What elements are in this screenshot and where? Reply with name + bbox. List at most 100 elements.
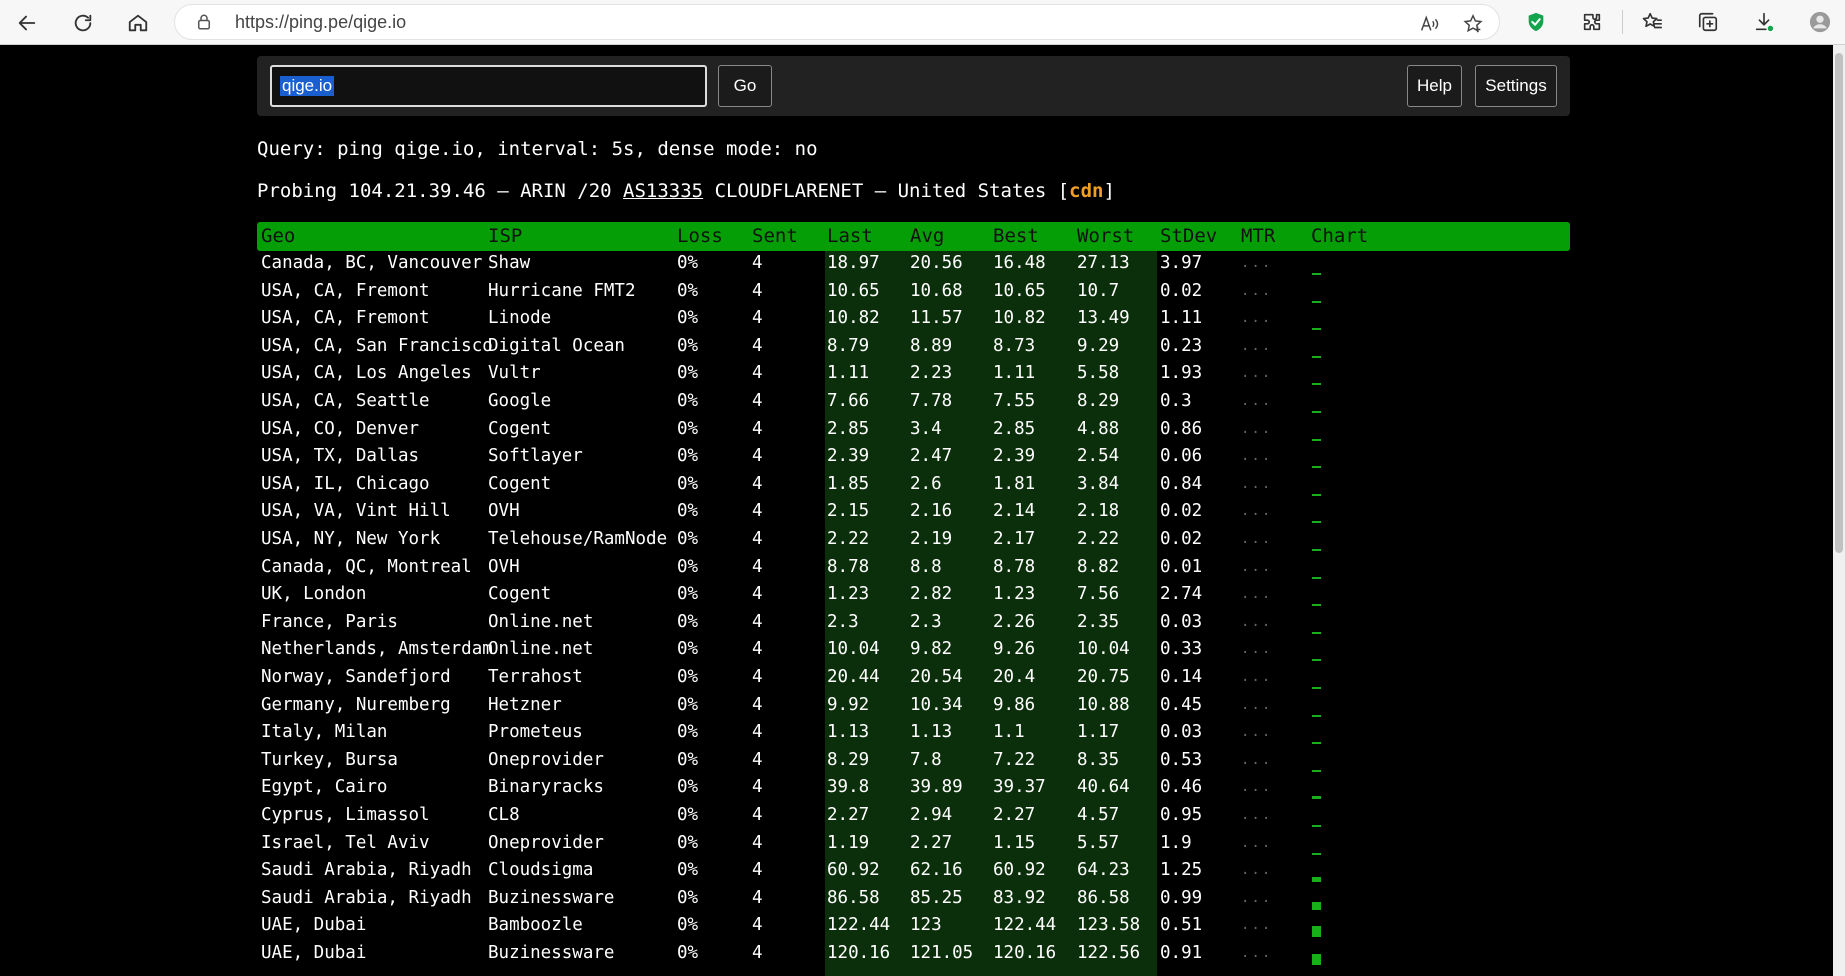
table-row[interactable]: Turkey, Bursa Oneprovider 0% 4 8.29 7.8 7.22 8.… — [257, 748, 1570, 776]
table-row[interactable]: USA, CA, Fremont Linode 0% 4 10.82 11.57 10.82… — [257, 306, 1570, 334]
column-header-worst[interactable]: Worst — [1077, 225, 1134, 247]
mtr-link[interactable]: ... — [1241, 752, 1272, 768]
mtr-link[interactable]: ... — [1241, 531, 1272, 547]
table-row[interactable]: Canada, BC, Vancouver Shaw 0% 4 18.97 20.56 16… — [257, 251, 1570, 279]
table-row[interactable]: USA, CA, Fremont Hurricane FMT2 0% 4 10.65 10… — [257, 279, 1570, 307]
downloads-icon[interactable] — [1750, 8, 1778, 36]
cell-avg: 2.19 — [910, 529, 953, 549]
mtr-link[interactable]: ... — [1241, 586, 1272, 602]
cell-loss: 0% — [677, 887, 699, 908]
column-header-chart[interactable]: Chart — [1311, 225, 1368, 247]
cell-loss: 0% — [677, 639, 699, 660]
read-aloud-icon[interactable] — [1418, 13, 1440, 35]
url-text[interactable]: https://ping.pe/qige.io — [235, 12, 406, 33]
cell-isp: Softlayer — [488, 446, 583, 467]
mtr-link[interactable]: ... — [1241, 310, 1272, 326]
column-header-avg[interactable]: Avg — [910, 225, 944, 247]
mtr-link[interactable]: ... — [1241, 503, 1272, 519]
column-header-stdev[interactable]: StDev — [1160, 225, 1217, 247]
table-row[interactable]: USA, CO, Denver Cogent 0% 4 2.85 3.4 2.85 4.88 0… — [257, 417, 1570, 445]
profile-icon[interactable] — [1806, 8, 1834, 36]
cell-best: 20.4 — [993, 667, 1036, 687]
cell-isp: Cogent — [488, 418, 552, 439]
favorite-add-icon[interactable] — [1462, 13, 1484, 35]
mtr-link[interactable]: ... — [1241, 697, 1272, 713]
back-icon[interactable] — [10, 6, 44, 40]
favorites-icon[interactable] — [1638, 8, 1666, 36]
asn-link[interactable]: AS13335 — [623, 180, 703, 202]
shield-extension-icon[interactable] — [1522, 8, 1550, 36]
mtr-link[interactable]: ... — [1241, 365, 1272, 381]
cell-best: 122.44 — [993, 915, 1057, 936]
table-row[interactable]: Israel, Tel Aviv Oneprovider 0% 4 1.19 2.27 1.… — [257, 831, 1570, 859]
table-row[interactable]: USA, CA, San Francisco Digital Ocean 0% 4 8.… — [257, 334, 1570, 362]
settings-button[interactable]: Settings — [1475, 65, 1557, 107]
table-row[interactable]: Saudi Arabia, Riyadh Buzinessware 0% 4 86.58… — [257, 886, 1570, 914]
cell-last: 60.92 — [827, 860, 880, 881]
table-row[interactable]: UK, London Cogent 0% 4 1.23 2.82 1.23 7.56 2.74.… — [257, 582, 1570, 610]
column-header-geo[interactable]: Geo — [261, 225, 295, 247]
table-row[interactable]: UAE, Dubai Buzinessware 0% 4 120.16 121.05 120… — [257, 941, 1570, 969]
mtr-link[interactable]: ... — [1241, 421, 1272, 437]
reload-icon[interactable] — [66, 6, 100, 40]
table-row[interactable]: Saudi Arabia, Riyadh Cloudsigma 0% 4 60.92 62… — [257, 858, 1570, 886]
cell-best: 10.65 — [993, 280, 1046, 301]
table-row[interactable]: Germany, Nuremberg Hetzner 0% 4 9.92 10.34 9.8… — [257, 693, 1570, 721]
mtr-link[interactable]: ... — [1241, 724, 1272, 740]
lock-icon[interactable] — [195, 13, 215, 33]
table-row[interactable]: Italy, Milan Prometeus 0% 4 1.13 1.13 1.1 1.17 0… — [257, 720, 1570, 748]
mtr-link[interactable]: ... — [1241, 862, 1272, 878]
table-row[interactable]: Netherlands, Amsterdam Online.net 0% 4 10.04… — [257, 637, 1570, 665]
column-header-sent[interactable]: Sent — [752, 225, 798, 247]
go-button[interactable]: Go — [718, 65, 772, 107]
mtr-link[interactable]: ... — [1241, 945, 1272, 961]
cell-best: 83.92 — [993, 887, 1046, 908]
mtr-link[interactable]: ... — [1241, 283, 1272, 299]
mtr-link[interactable]: ... — [1241, 476, 1272, 492]
mtr-link[interactable]: ... — [1241, 255, 1272, 271]
cell-worst: 10.88 — [1077, 694, 1130, 715]
address-bar[interactable]: https://ping.pe/qige.io — [174, 4, 1500, 40]
cell-geo: USA, CA, Los Angeles — [261, 363, 472, 384]
probe-middle: CLOUDFLARENET — United States [ — [703, 180, 1070, 202]
column-header-isp[interactable]: ISP — [488, 225, 522, 247]
mtr-link[interactable]: ... — [1241, 614, 1272, 630]
search-input-value[interactable]: qige.io — [280, 76, 335, 96]
table-row[interactable]: USA, IL, Chicago Cogent 0% 4 1.85 2.6 1.81 3.84… — [257, 472, 1570, 500]
table-row[interactable]: USA, CA, Seattle Google 0% 4 7.66 7.78 7.55 8.2… — [257, 389, 1570, 417]
help-button[interactable]: Help — [1407, 65, 1462, 107]
table-row[interactable]: Cyprus, Limassol CL8 0% 4 2.27 2.94 2.27 4.57 0.… — [257, 803, 1570, 831]
mtr-link[interactable]: ... — [1241, 641, 1272, 657]
table-row[interactable]: UAE, Dubai Bamboozle 0% 4 122.44 123 122.44 123… — [257, 913, 1570, 941]
mtr-link[interactable]: ... — [1241, 835, 1272, 851]
table-row[interactable]: USA, VA, Vint Hill OVH 0% 4 2.15 2.16 2.14 2.18… — [257, 499, 1570, 527]
table-row[interactable]: Egypt, Cairo Binaryracks 0% 4 39.8 39.89 39.37… — [257, 775, 1570, 803]
mtr-link[interactable]: ... — [1241, 807, 1272, 823]
mtr-link[interactable]: ... — [1241, 890, 1272, 906]
mtr-link[interactable]: ... — [1241, 448, 1272, 464]
mtr-link[interactable]: ... — [1241, 559, 1272, 575]
mtr-link[interactable]: ... — [1241, 393, 1272, 409]
column-header-best[interactable]: Best — [993, 225, 1039, 247]
collections-icon[interactable] — [1694, 8, 1722, 36]
column-header-loss[interactable]: Loss — [677, 225, 723, 247]
table-row[interactable]: USA, NY, New York Telehouse/RamNode 0% 4 2.2… — [257, 527, 1570, 555]
table-row[interactable]: USA, CA, Los Angeles Vultr 0% 4 1.11 2.23 1.11… — [257, 361, 1570, 389]
mtr-link[interactable]: ... — [1241, 338, 1272, 354]
table-row[interactable]: Norway, Sandefjord Terrahost 0% 4 20.44 20.54… — [257, 665, 1570, 693]
page-scrollbar[interactable] — [1833, 45, 1845, 976]
mtr-link[interactable]: ... — [1241, 917, 1272, 933]
scrollbar-thumb[interactable] — [1835, 53, 1843, 553]
chart-bar — [1312, 576, 1321, 579]
home-icon[interactable] — [121, 6, 155, 40]
search-input[interactable]: qige.io — [270, 65, 707, 107]
puzzle-extensions-icon[interactable] — [1578, 8, 1606, 36]
column-header-mtr[interactable]: MTR — [1241, 225, 1275, 247]
table-row[interactable]: USA, TX, Dallas Softlayer 0% 4 2.39 2.47 2.39 2… — [257, 444, 1570, 472]
column-header-last[interactable]: Last — [827, 225, 873, 247]
mtr-link[interactable]: ... — [1241, 669, 1272, 685]
cell-isp: Oneprovider — [488, 749, 604, 770]
table-row[interactable]: Canada, QC, Montreal OVH 0% 4 8.78 8.8 8.78 8.8… — [257, 555, 1570, 583]
mtr-link[interactable]: ... — [1241, 779, 1272, 795]
table-row[interactable]: France, Paris Online.net 0% 4 2.3 2.3 2.26 2.35… — [257, 610, 1570, 638]
